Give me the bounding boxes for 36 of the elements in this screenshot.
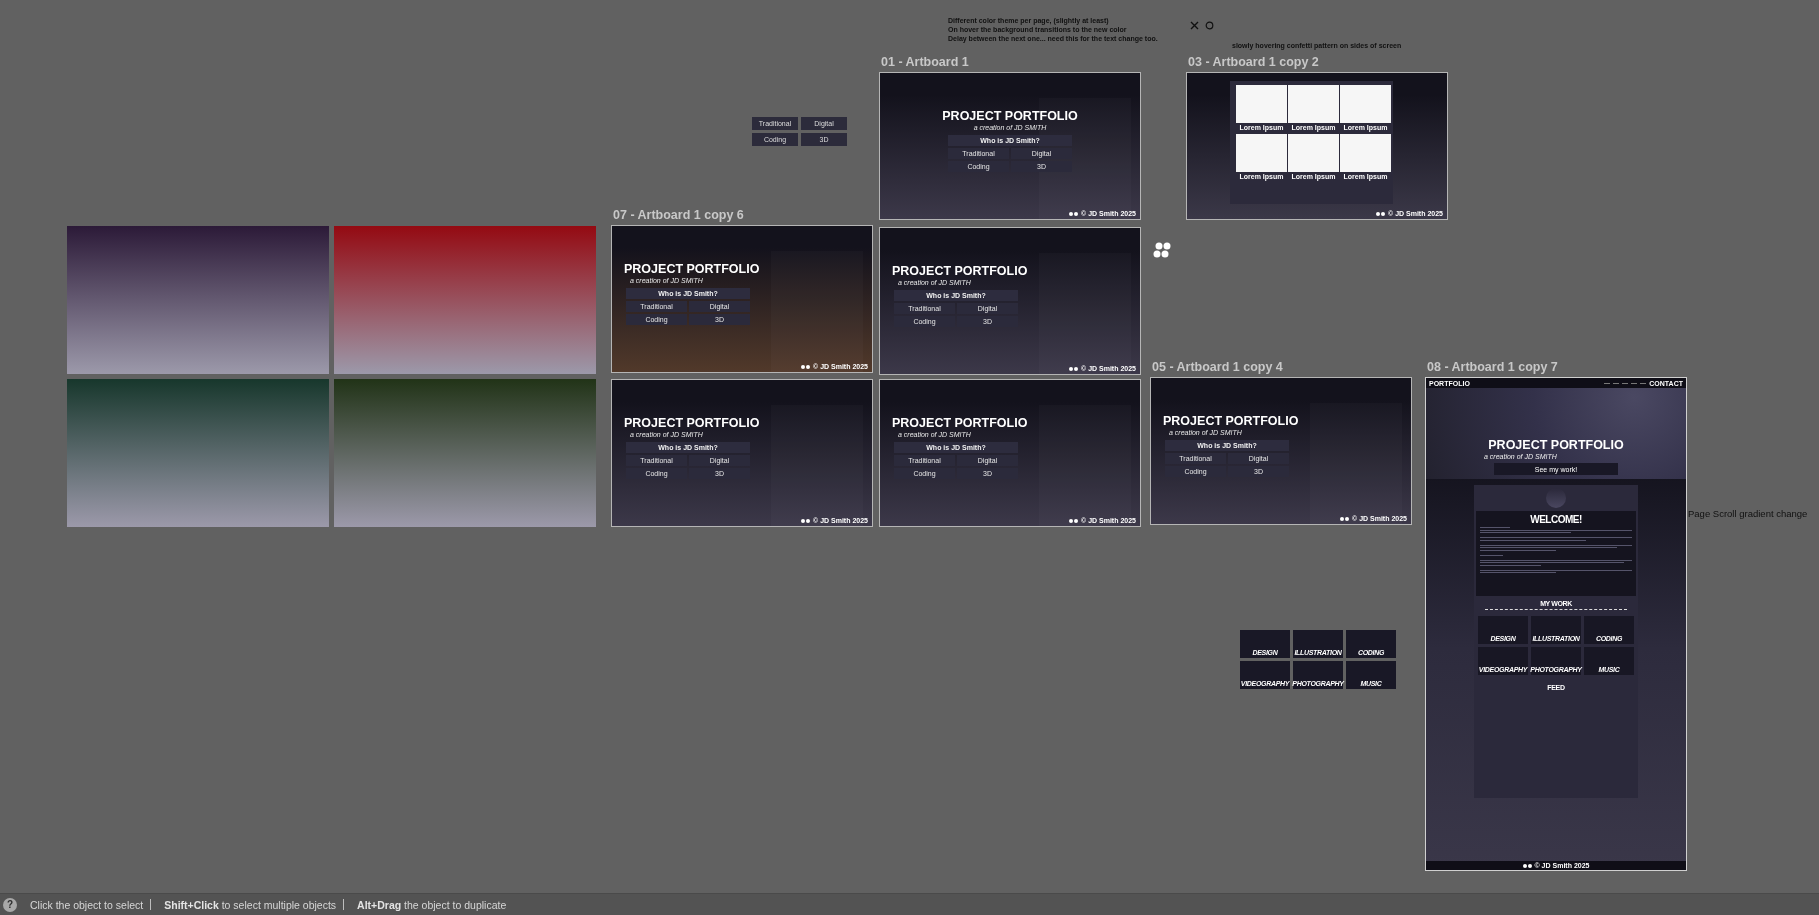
dots-icon xyxy=(1340,516,1350,521)
status-hint: Shift+Click to select multiple objects xyxy=(164,898,337,911)
slide-title: PROJECT PORTFOLIO xyxy=(624,416,760,430)
status-hint: Click the object to select xyxy=(30,898,144,911)
dots-icon xyxy=(1069,211,1079,216)
artboard-label[interactable]: 01 - Artboard 1 xyxy=(879,54,969,70)
artboard-label[interactable]: 07 - Artboard 1 copy 6 xyxy=(611,207,744,223)
slide-title: PROJECT PORTFOLIO xyxy=(942,109,1078,123)
section-heading: WELCOME! xyxy=(1530,513,1582,527)
artboard-label[interactable]: 08 - Artboard 1 copy 7 xyxy=(1425,359,1558,375)
slide-title: PROJECT PORTFOLIO xyxy=(1163,414,1299,428)
image-placeholder xyxy=(1236,134,1287,172)
dots-icon xyxy=(1522,863,1532,868)
dots-icon xyxy=(801,364,811,369)
note-text: Page Scroll gradient change xyxy=(1688,508,1808,519)
avatar-circle xyxy=(1546,488,1566,508)
image-placeholder xyxy=(1288,134,1339,172)
dots-icon xyxy=(1069,518,1079,523)
help-button[interactable]: ? xyxy=(3,897,17,912)
dots-icon xyxy=(801,518,811,523)
artboard-label[interactable]: 05 - Artboard 1 copy 4 xyxy=(1150,359,1283,375)
slide-title: PROJECT PORTFOLIO xyxy=(624,262,760,276)
dots-icon xyxy=(1376,211,1386,216)
circle-icon xyxy=(1205,21,1214,30)
image-placeholder xyxy=(1340,134,1391,172)
image-placeholder xyxy=(1340,85,1391,123)
close-icon xyxy=(1190,21,1199,30)
artboard-label[interactable]: 03 - Artboard 1 copy 2 xyxy=(1186,54,1319,70)
hero-title: PROJECT PORTFOLIO xyxy=(1488,438,1624,452)
slide-title: PROJECT PORTFOLIO xyxy=(892,264,1028,278)
dots-icon xyxy=(1069,366,1079,371)
slide-title: PROJECT PORTFOLIO xyxy=(892,416,1028,430)
image-placeholder xyxy=(1288,85,1339,123)
status-hint: Alt+Drag the object to duplicate xyxy=(357,898,507,911)
image-placeholder xyxy=(1236,85,1287,123)
nav-links-drawing xyxy=(1604,382,1647,384)
